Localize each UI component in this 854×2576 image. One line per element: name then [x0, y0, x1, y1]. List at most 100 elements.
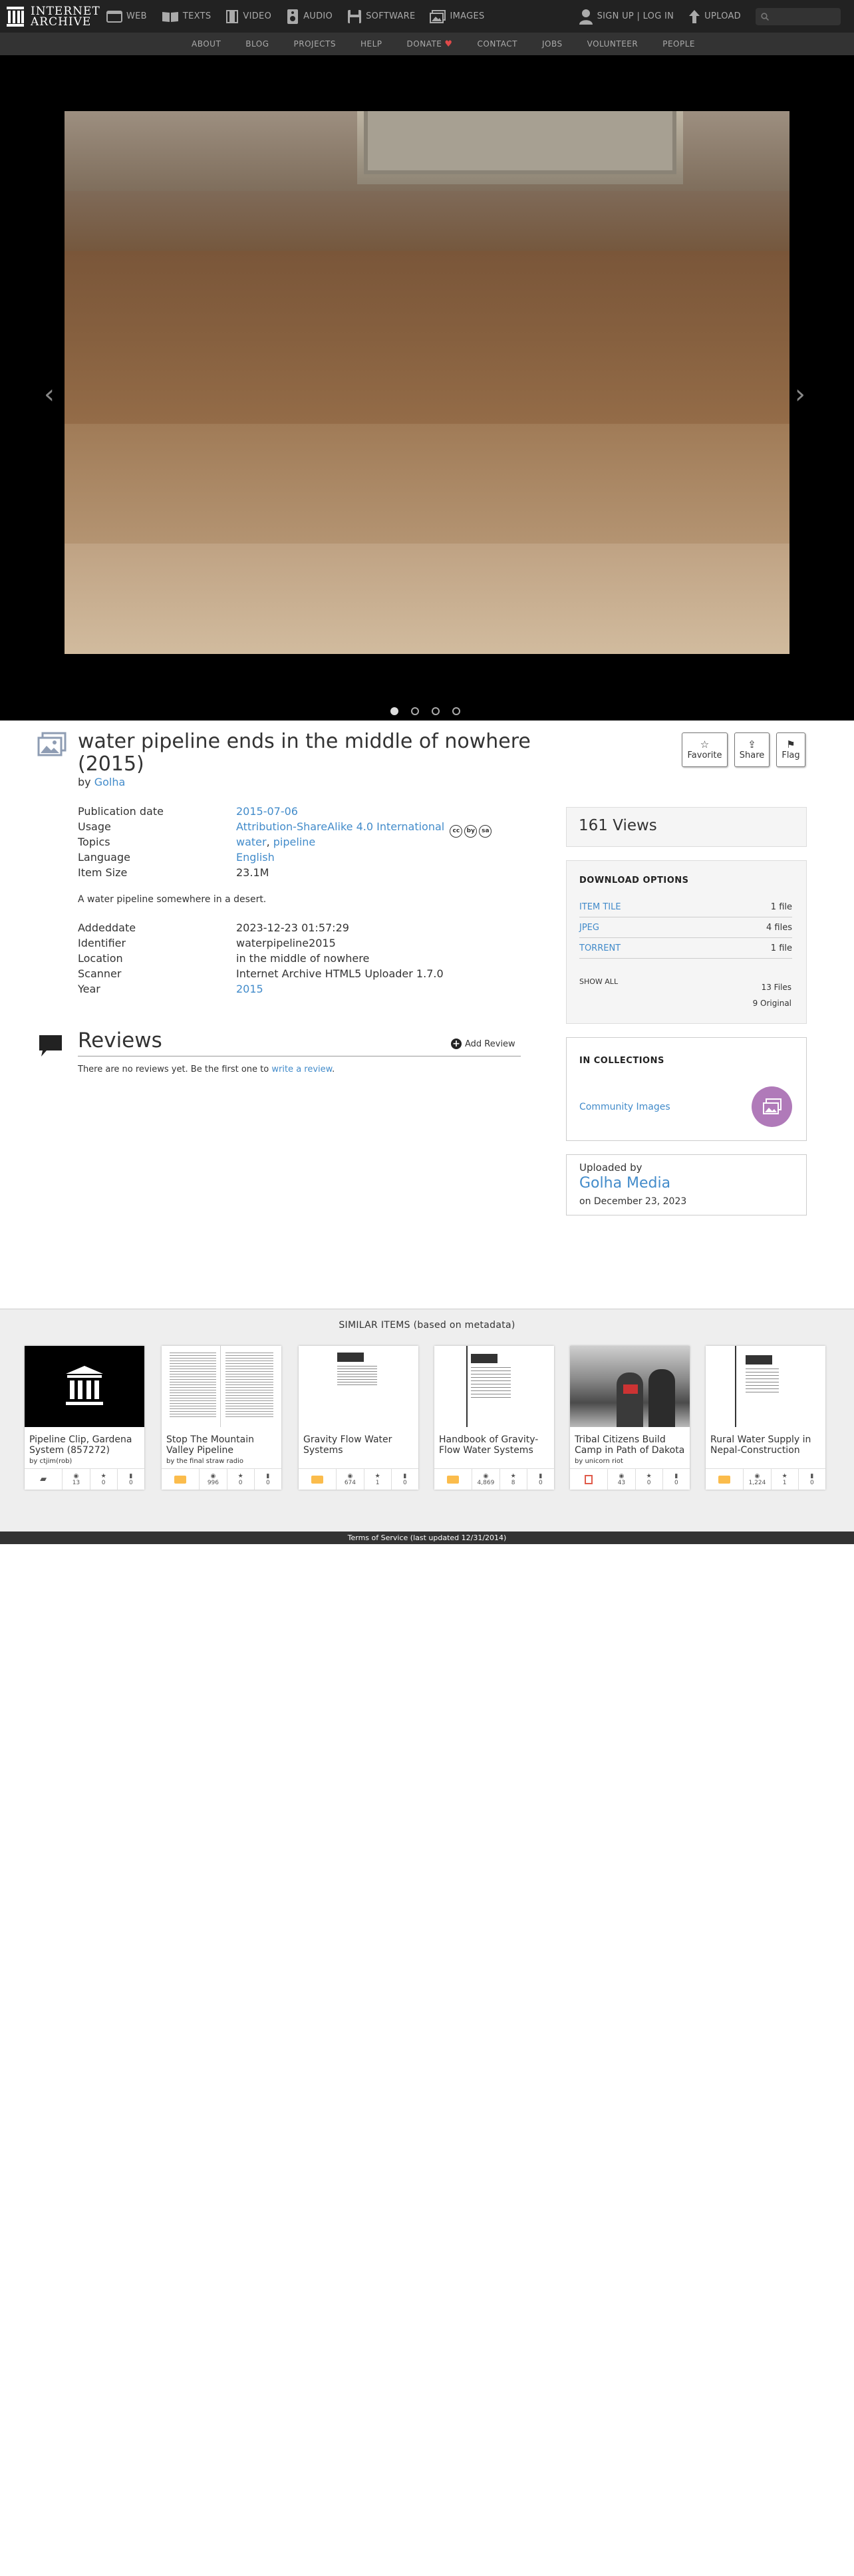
topic-link[interactable]: pipeline	[273, 836, 315, 848]
carousel-dot[interactable]	[432, 707, 440, 715]
nav-web-label: WEB	[126, 11, 147, 21]
meta-key: Addeddate	[78, 921, 136, 934]
carousel-prev-arrow[interactable]: ‹	[44, 381, 55, 408]
download-row: JPEG 4 files	[579, 917, 792, 938]
subnav-volunteer[interactable]: VOLUNTEER	[587, 39, 639, 49]
show-all-link[interactable]: SHOW ALL	[579, 977, 618, 986]
download-options: DOWNLOAD OPTIONS ITEM TILE 1 file JPEG 4…	[566, 860, 807, 1024]
meta-key: Language	[78, 851, 130, 864]
download-item-tile-link[interactable]: ITEM TILE	[579, 902, 621, 912]
subnav-jobs[interactable]: JOBS	[542, 39, 563, 49]
nav-video[interactable]: VIDEO	[225, 9, 272, 23]
ia-logo[interactable]: INTERNET ARCHIVE	[7, 5, 106, 27]
subnav-contact[interactable]: CONTACT	[478, 39, 517, 49]
uploader-box: Uploaded by Golha Media on December 23, …	[566, 1154, 807, 1215]
meta-addeddate: Addeddate 2023-12-23 01:57:29	[78, 921, 349, 936]
subnav-donate[interactable]: DONATE ♥	[407, 39, 453, 49]
download-torrent-link[interactable]: TORRENT	[579, 943, 621, 953]
creator-link[interactable]: Golha	[94, 776, 126, 788]
tile-views: 996	[207, 1479, 219, 1486]
meta-topics: Topics water, pipeline	[78, 836, 315, 850]
book-icon	[162, 11, 178, 22]
film-icon	[226, 9, 239, 23]
tile-views: 674	[344, 1479, 356, 1486]
publication-date-link[interactable]: 2015-07-06	[236, 805, 298, 818]
comment-icon: ▮	[810, 1472, 814, 1480]
favorite-button[interactable]: ☆ Favorite	[682, 732, 728, 767]
search-input[interactable]	[772, 11, 838, 21]
subnav-help[interactable]: HELP	[360, 39, 382, 49]
uploader-link[interactable]: Golha Media	[579, 1175, 670, 1192]
terms-of-service-link[interactable]: Terms of Service (last updated 12/31/201…	[0, 1531, 854, 1544]
tile-creator	[434, 1458, 554, 1467]
tile-creator: by the final straw radio	[166, 1458, 243, 1465]
subnav-projects[interactable]: PROJECTS	[294, 39, 336, 49]
tile-creator	[706, 1458, 825, 1467]
total-files: 13 Files	[761, 983, 791, 992]
tile-reviews: 0	[539, 1479, 543, 1486]
download-row: ITEM TILE 1 file	[579, 897, 792, 917]
nav-video-label: VIDEO	[243, 11, 272, 21]
main-photo[interactable]	[65, 111, 789, 654]
carousel-dot[interactable]	[411, 707, 419, 715]
upload-icon	[689, 9, 700, 23]
download-count: 1 file	[770, 943, 792, 953]
collection-image-icon[interactable]	[752, 1086, 792, 1127]
book-icon	[311, 1475, 324, 1484]
tile-favs: 0	[238, 1479, 243, 1486]
meta-key: Location	[78, 952, 123, 965]
license-link[interactable]: Attribution-ShareAlike 4.0 International	[236, 820, 444, 833]
tile-views: 13	[72, 1479, 80, 1486]
nav-images-label: IMAGES	[450, 11, 485, 21]
tile-stats: ◉ 996 ★ 0 ▮ 0	[162, 1468, 281, 1490]
nav-audio[interactable]: AUDIO	[286, 9, 333, 25]
cc-icon: cc	[450, 825, 463, 838]
year-link[interactable]: 2015	[236, 983, 263, 995]
share-button[interactable]: ⇪ Share	[734, 732, 770, 767]
similar-item-tile[interactable]: Tribal Citizens Build Camp in Path of Da…	[570, 1346, 690, 1490]
carousel-dot[interactable]	[390, 707, 398, 715]
subnav-people[interactable]: PEOPLE	[662, 39, 695, 49]
tile-title: Stop The Mountain Valley Pipeline	[166, 1434, 254, 1456]
add-review-button[interactable]: + Add Review	[451, 1039, 515, 1049]
meta-key: Publication date	[78, 805, 164, 818]
flag-button[interactable]: ⚑ Flag	[776, 732, 805, 767]
tile-favs: 0	[101, 1479, 106, 1486]
nav-texts[interactable]: TEXTS	[162, 11, 212, 23]
subnav-donate-label: DONATE	[406, 39, 442, 49]
eye-icon: ◉	[210, 1472, 216, 1480]
similar-item-tile[interactable]: Stop The Mountain Valley Pipeline by the…	[162, 1346, 281, 1490]
similar-item-tile[interactable]: Gravity Flow Water Systems ◉ 674 ★ 1 ▮ 0	[299, 1346, 418, 1490]
flag-icon: ⚑	[786, 738, 795, 750]
signin-link[interactable]: SIGN UP | LOG IN	[579, 9, 674, 25]
language-link[interactable]: English	[236, 851, 275, 864]
subnav-about[interactable]: ABOUT	[192, 39, 221, 49]
nav-software[interactable]: SOFTWARE	[347, 9, 415, 24]
download-jpeg-link[interactable]: JPEG	[579, 923, 599, 933]
nav-web[interactable]: WEB	[106, 10, 147, 23]
views-count: 161 Views	[566, 807, 807, 847]
tile-favs: 1	[375, 1479, 380, 1486]
similar-item-tile[interactable]: Rural Water Supply in Nepal-Construction…	[706, 1346, 825, 1490]
meta-publication-date: Publication date 2015-07-06	[78, 805, 298, 820]
nav-images[interactable]: IMAGES	[430, 9, 485, 23]
topic-link[interactable]: water	[236, 836, 267, 848]
meta-location: Location in the middle of nowhere	[78, 952, 369, 967]
write-review-link[interactable]: write a review	[271, 1064, 332, 1074]
tile-stats: ◉ 4,869 ★ 8 ▮ 0	[434, 1468, 554, 1490]
similar-item-tile[interactable]: Pipeline Clip, Gardena System (857272) b…	[25, 1346, 144, 1490]
subnav-blog[interactable]: BLOG	[245, 39, 269, 49]
similar-item-tile[interactable]: Handbook of Gravity-Flow Water Systems ◉…	[434, 1346, 554, 1490]
signin-label: SIGN UP | LOG IN	[597, 11, 674, 21]
search-icon	[761, 12, 769, 21]
carousel-next-arrow[interactable]: ›	[795, 381, 805, 408]
meta-key: Topics	[78, 836, 110, 848]
speaker-icon	[287, 9, 299, 24]
collection-link[interactable]: Community Images	[579, 1102, 670, 1112]
eye-icon: ◉	[347, 1472, 353, 1480]
search-box[interactable]	[756, 7, 841, 25]
comment-icon: ▮	[129, 1472, 133, 1480]
star-icon: ★	[782, 1472, 787, 1480]
upload-link[interactable]: UPLOAD	[688, 9, 741, 24]
carousel-dot[interactable]	[452, 707, 460, 715]
